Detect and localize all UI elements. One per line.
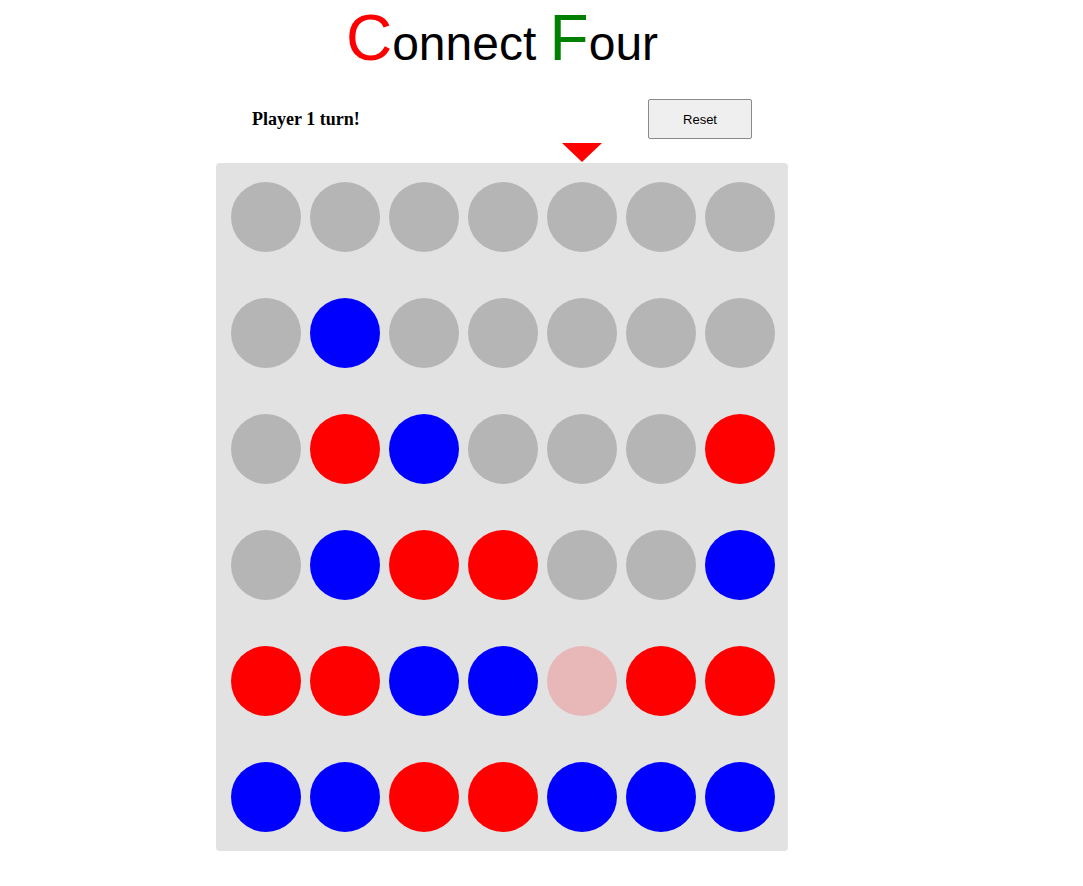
board-cell[interactable] — [705, 646, 775, 716]
board-cell[interactable] — [389, 762, 459, 832]
turn-label: Player 1 turn! — [252, 109, 360, 130]
board-cell[interactable] — [231, 530, 301, 600]
board — [216, 163, 788, 851]
game: Connect Four Player 1 turn! Reset — [216, 0, 788, 851]
board-cell[interactable] — [468, 646, 538, 716]
board-cell[interactable] — [547, 762, 617, 832]
board-cell[interactable] — [231, 414, 301, 484]
board-cell[interactable] — [626, 298, 696, 368]
column-slot[interactable] — [705, 143, 775, 163]
board-cell[interactable] — [310, 298, 380, 368]
board-cell[interactable] — [310, 646, 380, 716]
board-cell[interactable] — [231, 646, 301, 716]
title: Connect Four — [216, 0, 788, 76]
board-cell[interactable] — [310, 414, 380, 484]
board-cell[interactable] — [626, 414, 696, 484]
drop-indicator-icon — [562, 143, 602, 162]
column-slot[interactable] — [468, 143, 538, 163]
reset-button[interactable]: Reset — [648, 99, 752, 139]
board-cell[interactable] — [231, 298, 301, 368]
board-cell[interactable] — [547, 530, 617, 600]
board-cell[interactable] — [626, 646, 696, 716]
board-cell[interactable] — [468, 530, 538, 600]
board-cell[interactable] — [468, 182, 538, 252]
board-cell[interactable] — [310, 182, 380, 252]
column-slot[interactable] — [310, 143, 380, 163]
title-part: F — [550, 2, 589, 74]
board-cell[interactable] — [705, 298, 775, 368]
board-cell[interactable] — [389, 298, 459, 368]
board-cell[interactable] — [468, 298, 538, 368]
board-cell[interactable] — [547, 298, 617, 368]
column-selector — [216, 143, 788, 163]
board-cell[interactable] — [705, 530, 775, 600]
board-cell[interactable] — [626, 182, 696, 252]
column-slot[interactable] — [231, 143, 301, 163]
column-slot[interactable] — [547, 143, 617, 163]
header: Player 1 turn! Reset — [216, 99, 788, 139]
board-cell[interactable] — [705, 414, 775, 484]
title-part: our — [589, 17, 658, 70]
board-cell[interactable] — [705, 182, 775, 252]
board-cell[interactable] — [547, 646, 617, 716]
board-cell[interactable] — [231, 762, 301, 832]
board-cell[interactable] — [389, 646, 459, 716]
board-cell[interactable] — [231, 182, 301, 252]
board-cell[interactable] — [389, 530, 459, 600]
board-cell[interactable] — [626, 762, 696, 832]
board-cell[interactable] — [310, 762, 380, 832]
board-cell[interactable] — [468, 762, 538, 832]
board-cell[interactable] — [547, 182, 617, 252]
board-cell[interactable] — [705, 762, 775, 832]
board-cell[interactable] — [310, 530, 380, 600]
board-cell[interactable] — [547, 414, 617, 484]
title-part: onnect — [392, 17, 549, 70]
column-slot[interactable] — [389, 143, 459, 163]
board-cell[interactable] — [468, 414, 538, 484]
board-cell[interactable] — [626, 530, 696, 600]
board-cell[interactable] — [389, 182, 459, 252]
column-slot[interactable] — [626, 143, 696, 163]
title-part: C — [346, 2, 392, 74]
board-cell[interactable] — [389, 414, 459, 484]
